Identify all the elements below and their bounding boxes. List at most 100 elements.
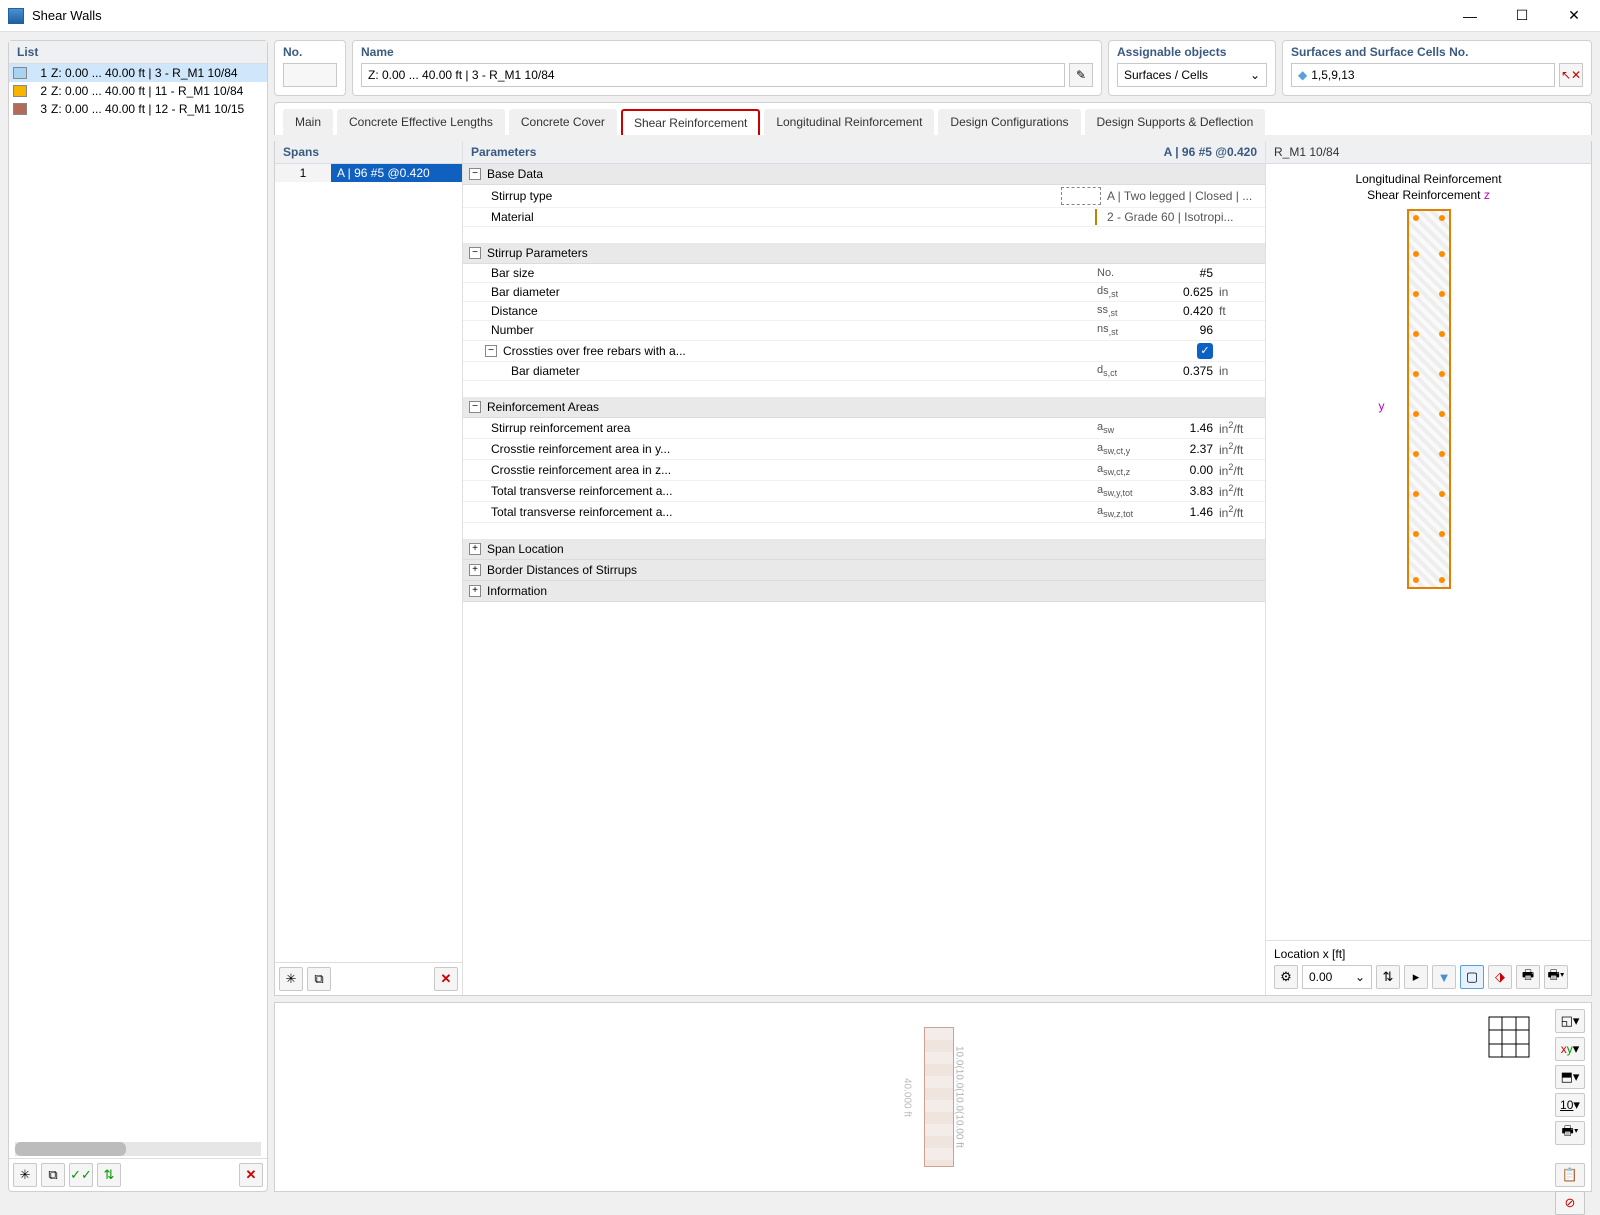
view-cube[interactable] bbox=[1487, 1015, 1531, 1059]
group-information[interactable]: + Information bbox=[463, 581, 1265, 602]
cancel-view-button[interactable]: ⊘ bbox=[1555, 1191, 1585, 1215]
color-swatch bbox=[13, 67, 27, 79]
stirrup-type-picker[interactable] bbox=[1061, 187, 1101, 205]
maximize-button[interactable]: ☐ bbox=[1504, 2, 1540, 30]
view-3d-button[interactable]: ⬗ bbox=[1488, 965, 1512, 989]
parameters-header: Parameters bbox=[471, 145, 536, 159]
tab-effective-lengths[interactable]: Concrete Effective Lengths bbox=[337, 109, 505, 135]
param-row[interactable]: Crosstie reinforcement area in z...asw,c… bbox=[463, 460, 1265, 481]
copy-item-button[interactable]: ⧉ bbox=[41, 1163, 65, 1187]
list-toolbar: ✳ ⧉ ✓✓ ⇅ ✕ bbox=[9, 1158, 267, 1191]
list-row[interactable]: 2 Z: 0.00 ... 40.00 ft | 11 - R_M1 10/84 bbox=[9, 82, 267, 100]
param-row[interactable]: Crosstie reinforcement area in y...asw,c… bbox=[463, 439, 1265, 460]
spans-panel: Spans 1 A | 96 #5 @0.420 ✳ ⧉ ✕ bbox=[275, 141, 463, 995]
param-row-material[interactable]: Material 2 - Grade 60 | Isotropi... bbox=[463, 208, 1265, 227]
crossties-checkbox[interactable]: ✓ bbox=[1197, 343, 1213, 359]
no-label: No. bbox=[283, 45, 337, 59]
preview-legend: Longitudinal Reinforcement Shear Reinfor… bbox=[1355, 172, 1501, 203]
list-panel: List 1 Z: 0.00 ... 40.00 ft | 3 - R_M1 1… bbox=[8, 40, 268, 1192]
print-dropdown-button[interactable]: 🖶▾ bbox=[1544, 965, 1568, 989]
param-row-crossties[interactable]: − Crossties over free rebars with a... ✓ bbox=[463, 341, 1265, 362]
name-input[interactable]: Z: 0.00 ... 40.00 ft | 3 - R_M1 10/84 bbox=[361, 63, 1065, 87]
location-label: Location x [ft] bbox=[1274, 947, 1583, 961]
new-item-button[interactable]: ✳ bbox=[13, 1163, 37, 1187]
color-swatch bbox=[13, 103, 27, 115]
surfaces-input[interactable]: ◆ 1,5,9,13 bbox=[1291, 63, 1555, 87]
param-row[interactable]: Total transverse reinforcement a...asw,y… bbox=[463, 481, 1265, 502]
tab-design-configurations[interactable]: Design Configurations bbox=[938, 109, 1080, 135]
spinner-button[interactable]: ⇅ bbox=[1376, 965, 1400, 989]
wall-element-icon bbox=[924, 1027, 954, 1167]
list-row[interactable]: 3 Z: 0.00 ... 40.00 ft | 12 - R_M1 10/15 bbox=[9, 100, 267, 118]
view-cube-button[interactable]: ◱▾ bbox=[1555, 1009, 1585, 1033]
span-num: 1 bbox=[275, 164, 331, 182]
tab-bar: Main Concrete Effective Lengths Concrete… bbox=[274, 102, 1592, 135]
list-header: List bbox=[9, 41, 267, 64]
assignable-box: Assignable objects Surfaces / Cells ⌄ bbox=[1108, 40, 1276, 96]
expand-icon: + bbox=[469, 543, 481, 555]
delete-span-button[interactable]: ✕ bbox=[434, 967, 458, 991]
location-input[interactable]: 0.00⌄ bbox=[1302, 965, 1372, 989]
view-toolbar: ◱▾ xy▾ ⬒▾ 10▾ 🖶▾ 📋 ⊘ bbox=[1555, 1009, 1585, 1215]
axes-button[interactable]: xy▾ bbox=[1555, 1037, 1585, 1061]
param-row[interactable]: Stirrup reinforcement areaasw1.46in2/ft bbox=[463, 418, 1265, 439]
play-button[interactable]: ▸ bbox=[1404, 965, 1428, 989]
filter-button[interactable]: ▼ bbox=[1432, 965, 1456, 989]
print-view-button[interactable]: 🖶▾ bbox=[1555, 1121, 1585, 1145]
minimize-button[interactable]: — bbox=[1452, 2, 1488, 30]
tab-longitudinal-reinforcement[interactable]: Longitudinal Reinforcement bbox=[764, 109, 934, 135]
tab-design-supports[interactable]: Design Supports & Deflection bbox=[1085, 109, 1266, 135]
scale-button[interactable]: 10▾ bbox=[1555, 1093, 1585, 1117]
collapse-icon: − bbox=[485, 345, 497, 357]
group-base-data[interactable]: − Base Data bbox=[463, 164, 1265, 185]
collapse-icon: − bbox=[469, 247, 481, 259]
span-value: A | 96 #5 @0.420 bbox=[331, 164, 462, 182]
copy-span-button[interactable]: ⧉ bbox=[307, 967, 331, 991]
model-view-panel[interactable]: 40.000 ft 10.0(10.0(10.0(10.00 ft ◱▾ xy▾… bbox=[274, 1002, 1592, 1192]
window-title: Shear Walls bbox=[32, 8, 1452, 23]
param-row-stirrup-type[interactable]: Stirrup type A | Two legged | Closed | .… bbox=[463, 185, 1265, 208]
group-reinforcement-areas[interactable]: − Reinforcement Areas bbox=[463, 397, 1265, 418]
sort-button[interactable]: ⇅ bbox=[97, 1163, 121, 1187]
color-swatch bbox=[13, 85, 27, 97]
expand-icon: + bbox=[469, 585, 481, 597]
app-icon bbox=[8, 8, 24, 24]
param-row[interactable]: Numberns,st96 bbox=[463, 321, 1265, 340]
param-row[interactable]: Bar sizeNo.#5 bbox=[463, 264, 1265, 283]
param-row[interactable]: Total transverse reinforcement a...asw,z… bbox=[463, 502, 1265, 523]
assignable-select[interactable]: Surfaces / Cells ⌄ bbox=[1117, 63, 1267, 87]
group-span-location[interactable]: + Span Location bbox=[463, 539, 1265, 560]
chevron-down-icon: ⌄ bbox=[1355, 970, 1365, 984]
tab-shear-reinforcement[interactable]: Shear Reinforcement bbox=[621, 109, 760, 135]
tab-concrete-cover[interactable]: Concrete Cover bbox=[509, 109, 617, 135]
row-label: Z: 0.00 ... 40.00 ft | 12 - R_M1 10/15 bbox=[51, 102, 244, 116]
name-field-box: Name Z: 0.00 ... 40.00 ft | 3 - R_M1 10/… bbox=[352, 40, 1102, 96]
no-field-box: No. bbox=[274, 40, 346, 96]
print-button[interactable]: 🖶 bbox=[1516, 965, 1540, 989]
new-span-button[interactable]: ✳ bbox=[279, 967, 303, 991]
param-row[interactable]: Distancess,st0.420ft bbox=[463, 302, 1265, 321]
chevron-down-icon: ⌄ bbox=[1250, 68, 1260, 82]
view-section-button[interactable]: ▢ bbox=[1460, 965, 1484, 989]
group-stirrup-parameters[interactable]: − Stirrup Parameters bbox=[463, 243, 1265, 264]
delete-button[interactable]: ✕ bbox=[239, 1163, 263, 1187]
span-row[interactable]: 1 A | 96 #5 @0.420 bbox=[275, 164, 462, 182]
dim-label: 10.0(10.0(10.0(10.00 ft bbox=[954, 1046, 965, 1148]
no-input[interactable] bbox=[283, 63, 337, 87]
group-border-distances[interactable]: + Border Distances of Stirrups bbox=[463, 560, 1265, 581]
param-row[interactable]: Bar diameterds,st0.625in bbox=[463, 283, 1265, 302]
export-button[interactable]: 📋 bbox=[1555, 1163, 1585, 1187]
surfaces-box: Surfaces and Surface Cells No. ◆ 1,5,9,1… bbox=[1282, 40, 1592, 96]
check-button[interactable]: ✓✓ bbox=[69, 1163, 93, 1187]
close-button[interactable]: ✕ bbox=[1556, 2, 1592, 30]
tab-main[interactable]: Main bbox=[283, 109, 333, 135]
list-hscrollbar[interactable] bbox=[15, 1142, 261, 1156]
list-row[interactable]: 1 Z: 0.00 ... 40.00 ft | 3 - R_M1 10/84 bbox=[9, 64, 267, 82]
row-num: 3 bbox=[31, 102, 47, 116]
settings-button[interactable]: ⚙ bbox=[1274, 965, 1298, 989]
pick-surfaces-button[interactable]: ↖✕ bbox=[1559, 63, 1583, 87]
param-row-crossties-bar[interactable]: Bar diameter ds,ct 0.375 in bbox=[463, 362, 1265, 381]
edit-name-button[interactable]: ✎ bbox=[1069, 63, 1093, 87]
render-button[interactable]: ⬒▾ bbox=[1555, 1065, 1585, 1089]
parameters-panel: Parameters A | 96 #5 @0.420 − Base Data … bbox=[463, 141, 1266, 995]
